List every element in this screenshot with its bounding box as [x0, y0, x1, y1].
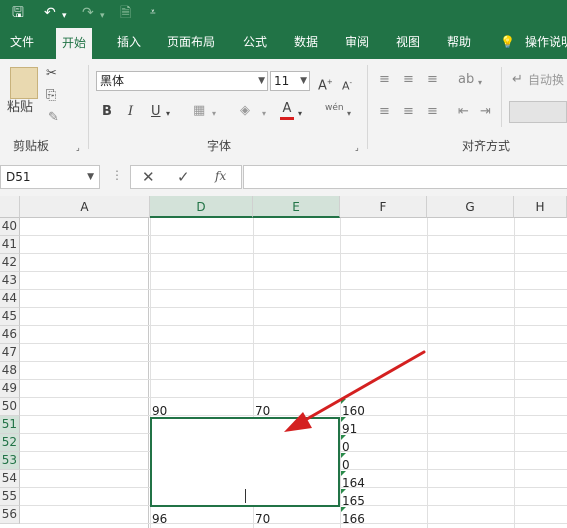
bold-button[interactable]: B: [102, 103, 112, 121]
grow-font-icon[interactable]: A+: [318, 73, 333, 95]
align-middle-icon[interactable]: ≡: [403, 71, 414, 89]
wrap-text-button[interactable]: 自动换: [528, 71, 564, 89]
wrap-text-icon[interactable]: ↵: [512, 71, 523, 89]
format-painter-icon[interactable]: ✎: [48, 109, 59, 127]
align-center-icon[interactable]: ≡: [403, 103, 414, 121]
tab-help[interactable]: 帮助: [447, 26, 471, 59]
chevron-down-icon[interactable]: ▾: [212, 105, 216, 123]
align-top-icon[interactable]: ≡: [379, 71, 390, 89]
enter-icon[interactable]: ✓: [177, 168, 190, 186]
tab-review[interactable]: 审阅: [345, 26, 369, 59]
dialog-launcher-icon[interactable]: ⌟: [355, 139, 359, 157]
alignment-group-label: 对齐方式: [462, 139, 511, 153]
redo-icon[interactable]: ↷: [82, 3, 94, 23]
ribbon-tabs: 文件 开始 插入 页面布局 公式 数据 审阅 视图 帮助 💡 操作说明: [0, 26, 567, 61]
font-size-value: 11: [274, 74, 290, 88]
tab-home[interactable]: 开始: [56, 28, 93, 61]
insert-function-button[interactable]: fx: [215, 169, 226, 183]
decrease-indent-icon[interactable]: ⇤: [458, 103, 469, 121]
phonetic-guide-icon[interactable]: wén: [325, 99, 344, 117]
cancel-icon[interactable]: ✕: [142, 168, 155, 186]
tab-page-layout[interactable]: 页面布局: [167, 26, 215, 59]
increase-indent-icon[interactable]: ⇥: [480, 103, 491, 121]
copy-icon[interactable]: ⎘: [46, 87, 56, 105]
font-name-combo[interactable]: 黑体 ▼: [96, 71, 268, 91]
ribbon: 粘贴 ✂ ⎘ ✎ 剪贴板 ⌟ 黑体 ▼ 11 ▼ A+ A- B I U ▾ ▦…: [0, 59, 567, 157]
customize-icon[interactable]: ⩡: [150, 3, 156, 23]
chevron-down-icon[interactable]: ▼: [258, 72, 265, 90]
chevron-down-icon[interactable]: ▾: [166, 105, 170, 123]
fill-color-icon[interactable]: ◈: [240, 102, 250, 120]
align-bottom-icon[interactable]: ≡: [427, 71, 438, 89]
chevron-down-icon[interactable]: ▼: [300, 72, 307, 90]
dialog-launcher-icon[interactable]: ⌟: [76, 139, 80, 157]
borders-icon[interactable]: ▦: [193, 102, 205, 120]
font-size-combo[interactable]: 11 ▼: [270, 71, 310, 91]
merge-center-button[interactable]: [509, 101, 567, 123]
font-name-value: 黑体: [100, 74, 125, 88]
tab-view[interactable]: 视图: [396, 26, 420, 59]
paste-button-label[interactable]: 粘贴: [7, 99, 33, 117]
chevron-down-icon[interactable]: ▼: [87, 166, 94, 188]
clipboard-group-label: 剪贴板: [13, 139, 50, 153]
group-divider: [88, 65, 89, 149]
formula-input[interactable]: [243, 165, 567, 189]
cut-icon[interactable]: ✂: [46, 65, 57, 83]
lightbulb-icon[interactable]: 💡: [500, 26, 515, 59]
tab-tell-me[interactable]: 操作说明: [525, 26, 567, 59]
name-box-value: D51: [6, 170, 31, 184]
tab-formulas[interactable]: 公式: [243, 26, 267, 59]
align-right-icon[interactable]: ≡: [427, 103, 438, 121]
chevron-down-icon[interactable]: ▾: [347, 105, 351, 123]
annotation-arrow: [284, 350, 426, 432]
group-divider: [367, 65, 368, 149]
tab-insert[interactable]: 插入: [117, 26, 141, 59]
underline-button[interactable]: U: [151, 103, 161, 121]
group-divider: [501, 67, 502, 127]
chevron-down-icon[interactable]: ▾: [262, 105, 266, 123]
shrink-font-icon[interactable]: A-: [342, 74, 352, 96]
chevron-down-icon[interactable]: ▾: [478, 74, 482, 92]
worksheet-grid: A D E F G H 40 41 42 43 44 45 46 47 48 49 50 51 52 53…: [0, 196, 567, 528]
chevron-down-icon[interactable]: ▾: [100, 6, 105, 26]
formula-bar: D51 ▼ ⋮ ✕ ✓ fx: [0, 156, 567, 196]
orientation-icon[interactable]: ab: [458, 71, 474, 89]
save-icon[interactable]: 🖫: [12, 3, 24, 23]
tab-file[interactable]: 文件: [10, 26, 34, 59]
chevron-down-icon[interactable]: ▾: [298, 105, 302, 123]
more-options-icon: ⋮: [111, 168, 123, 182]
paste-icon[interactable]: [10, 67, 38, 99]
font-group-label: 字体: [207, 139, 232, 153]
quick-access-toolbar: 🖫 ↶ ▾ ↷ ▾ 🗎 ⩡: [0, 0, 567, 26]
undo-icon[interactable]: ↶: [44, 3, 56, 23]
chevron-down-icon[interactable]: ▾: [62, 6, 67, 26]
tab-data[interactable]: 数据: [294, 26, 318, 59]
align-left-icon[interactable]: ≡: [379, 103, 390, 121]
font-color-icon[interactable]: A: [280, 101, 294, 120]
print-preview-icon[interactable]: 🗎: [120, 3, 131, 23]
name-box[interactable]: D51 ▼: [0, 165, 100, 189]
italic-button[interactable]: I: [128, 103, 133, 121]
